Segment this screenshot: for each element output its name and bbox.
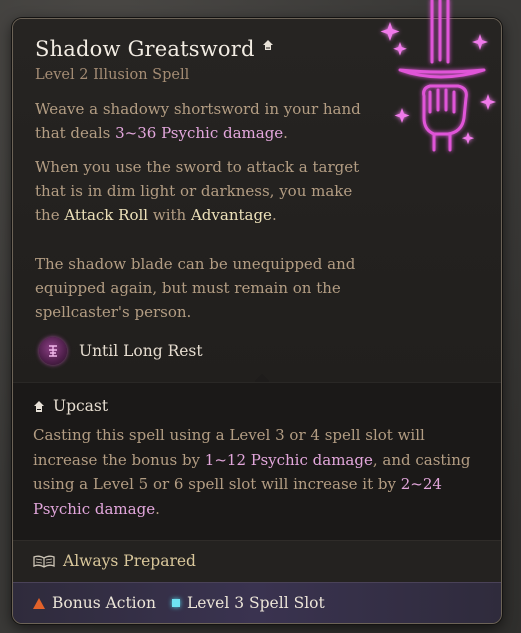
shadow-blade-fist-icon: [380, 0, 496, 152]
psychic-damage-value: 3~36 Psychic damage: [115, 124, 284, 142]
advantage-keyword[interactable]: Advantage: [191, 206, 272, 224]
duration-label: Until Long Rest: [79, 342, 203, 360]
upcast-header: Upcast: [33, 397, 108, 415]
always-prepared-label: Always Prepared: [63, 552, 196, 570]
bonus-action-cost: Bonus Action: [33, 594, 156, 612]
upcast-damage-1: 1~12 Psychic damage: [204, 450, 373, 469]
psychic-rune-icon: [39, 337, 67, 365]
upcast-description: Casting this spell using a Level 3 or 4 …: [33, 423, 483, 521]
cost-row: Bonus Action Level 3 Spell Slot: [33, 594, 341, 612]
bonus-action-label: Bonus Action: [52, 594, 156, 612]
desc-text: .: [271, 206, 277, 224]
description-paragraph-1: Weave a shadowy shortsword in your hand …: [35, 97, 365, 145]
upcast-icon: [34, 400, 44, 412]
description-paragraph-3: The shadow blade can be unequipped and e…: [35, 255, 356, 321]
spell-level-school: Level 2 Illusion Spell: [35, 67, 190, 83]
spell-slot-cost: Level 3 Spell Slot: [171, 594, 325, 612]
upcast-icon: [262, 40, 273, 50]
upcast-text: .: [155, 499, 160, 518]
upcast-label: Upcast: [53, 397, 109, 415]
title-row: Shadow Greatsword: [35, 37, 274, 61]
prepared-row: Always Prepared: [33, 552, 196, 570]
desc-text: .: [283, 124, 288, 142]
upcast-section: Upcast Casting this spell using a Level …: [13, 382, 501, 541]
duration-row: Until Long Rest: [39, 337, 203, 365]
desc-text: with: [148, 206, 191, 224]
description-paragraph-2: When you use the sword to attack a targe…: [35, 155, 365, 227]
square-slot-icon: [171, 599, 180, 607]
attack-roll-keyword[interactable]: Attack Roll: [64, 206, 148, 224]
open-book-icon: [33, 555, 55, 568]
spell-slot-label: Level 3 Spell Slot: [186, 594, 325, 612]
cost-section: Bonus Action Level 3 Spell Slot: [13, 582, 501, 623]
spell-title: Shadow Greatsword: [35, 37, 255, 61]
prepared-section: Always Prepared: [13, 540, 501, 583]
triangle-icon: [33, 597, 45, 609]
